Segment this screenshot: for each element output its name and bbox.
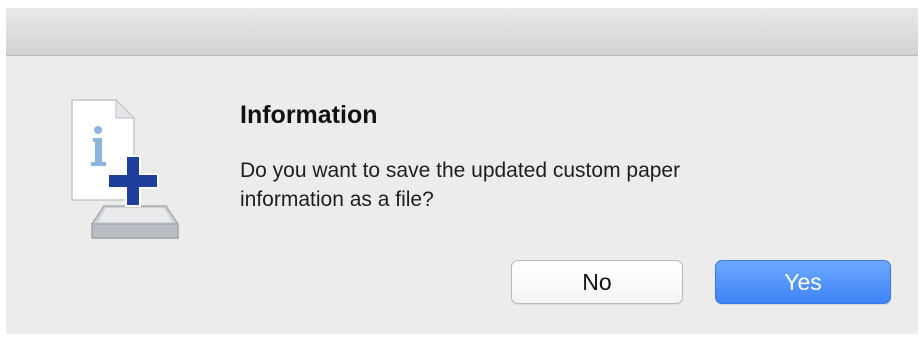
save-paper-info-dialog: Information Do you want to save the upda… (6, 8, 918, 334)
info-document-add-icon (71, 98, 179, 239)
dialog-title: Information (240, 101, 378, 129)
no-button[interactable]: No (511, 260, 683, 304)
dialog-message: Do you want to save the updated custom p… (240, 156, 840, 214)
message-line: information as a file? (240, 188, 434, 211)
message-line: Do you want to save the updated custom p… (240, 159, 681, 182)
yes-button[interactable]: Yes (715, 260, 891, 304)
window-titlebar[interactable] (6, 8, 918, 56)
